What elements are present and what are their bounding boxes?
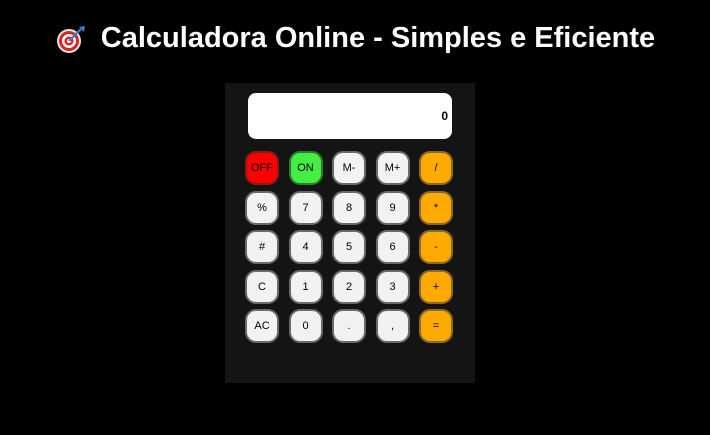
equals-button[interactable]: = bbox=[419, 309, 453, 343]
calculator-display: 0 bbox=[248, 93, 452, 139]
digit-9-button[interactable]: 9 bbox=[375, 190, 410, 225]
digit-4-button[interactable]: 4 bbox=[288, 230, 323, 264]
calculator: 0 OFF ON M- M+ / % 7 8 9 * # 4 5 6 - C 1… bbox=[225, 83, 475, 383]
all-clear-button[interactable]: AC bbox=[245, 309, 279, 343]
divide-button[interactable]: / bbox=[419, 151, 453, 185]
digit-8-button[interactable]: 8 bbox=[332, 190, 366, 225]
subtract-button[interactable]: - bbox=[419, 230, 453, 264]
memory-minus-button[interactable]: M- bbox=[332, 151, 366, 185]
decimal-point-button[interactable]: . bbox=[332, 309, 366, 343]
percent-button[interactable]: % bbox=[245, 190, 279, 225]
target-dart-icon bbox=[55, 23, 87, 55]
digit-3-button[interactable]: 3 bbox=[375, 269, 410, 304]
memory-plus-button[interactable]: M+ bbox=[375, 151, 410, 185]
keypad: OFF ON M- M+ / % 7 8 9 * # 4 5 6 - C 1 2… bbox=[245, 151, 453, 343]
on-button[interactable]: ON bbox=[288, 151, 323, 185]
digit-5-button[interactable]: 5 bbox=[332, 230, 366, 264]
digit-7-button[interactable]: 7 bbox=[288, 190, 323, 225]
digit-2-button[interactable]: 2 bbox=[332, 269, 366, 304]
digit-6-button[interactable]: 6 bbox=[375, 230, 410, 264]
comma-button[interactable]: , bbox=[375, 309, 410, 343]
hash-button[interactable]: # bbox=[245, 230, 279, 264]
page-title: Calculadora Online - Simples e Eficiente bbox=[100, 22, 656, 54]
header: Calculadora Online - Simples e Eficiente bbox=[0, 22, 710, 55]
digit-1-button[interactable]: 1 bbox=[288, 269, 323, 304]
digit-0-button[interactable]: 0 bbox=[288, 309, 323, 343]
clear-button[interactable]: C bbox=[245, 269, 279, 304]
add-button[interactable]: + bbox=[419, 269, 453, 304]
multiply-button[interactable]: * bbox=[419, 190, 453, 225]
off-button[interactable]: OFF bbox=[245, 151, 279, 185]
